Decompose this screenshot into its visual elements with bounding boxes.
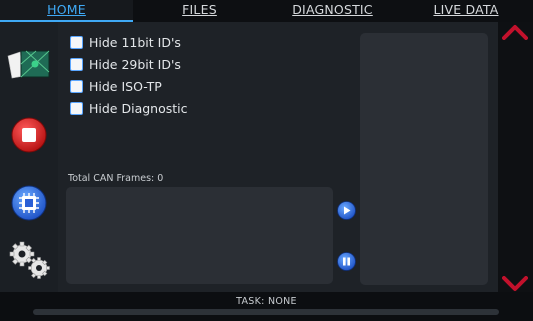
task-status: TASK: NONE bbox=[236, 296, 297, 307]
tab-files[interactable]: FILES bbox=[133, 0, 266, 20]
pause-button[interactable] bbox=[337, 252, 356, 271]
tab-home[interactable]: HOME bbox=[0, 0, 133, 22]
scroll-up-icon[interactable] bbox=[502, 24, 528, 40]
filter-label: Hide Diagnostic bbox=[89, 100, 188, 116]
tab-diagnostic[interactable]: DIAGNOSTIC bbox=[266, 0, 399, 20]
chip-icon[interactable] bbox=[11, 185, 47, 221]
load-file-icon[interactable] bbox=[6, 46, 54, 82]
filter-hide-29bit[interactable]: Hide 29bit ID's bbox=[70, 55, 181, 73]
checkbox[interactable] bbox=[70, 101, 83, 115]
tab-live-data[interactable]: LIVE DATA bbox=[399, 0, 533, 20]
frames-log-panel[interactable] bbox=[66, 187, 333, 284]
detail-panel[interactable] bbox=[360, 33, 488, 285]
filter-label: Hide 11bit ID's bbox=[89, 34, 181, 50]
checkbox[interactable] bbox=[70, 57, 83, 71]
scroll-bar bbox=[498, 22, 533, 292]
scroll-down-icon[interactable] bbox=[502, 276, 528, 292]
checkbox[interactable] bbox=[70, 79, 83, 93]
filter-hide-iso-tp[interactable]: Hide ISO-TP bbox=[70, 77, 162, 95]
checkbox[interactable] bbox=[70, 35, 83, 49]
filter-hide-diagnostic[interactable]: Hide Diagnostic bbox=[70, 99, 188, 117]
stop-icon[interactable] bbox=[11, 117, 47, 153]
total-can-frames-label: Total CAN Frames: 0 bbox=[68, 173, 164, 184]
play-button[interactable] bbox=[337, 201, 356, 220]
settings-gears-icon[interactable] bbox=[8, 240, 52, 280]
filter-label: Hide 29bit ID's bbox=[89, 56, 181, 72]
task-progress-bar bbox=[33, 309, 499, 315]
filter-hide-11bit[interactable]: Hide 11bit ID's bbox=[70, 33, 181, 51]
tab-bar: HOME FILES DIAGNOSTIC LIVE DATA bbox=[0, 0, 533, 22]
filter-label: Hide ISO-TP bbox=[89, 78, 162, 94]
